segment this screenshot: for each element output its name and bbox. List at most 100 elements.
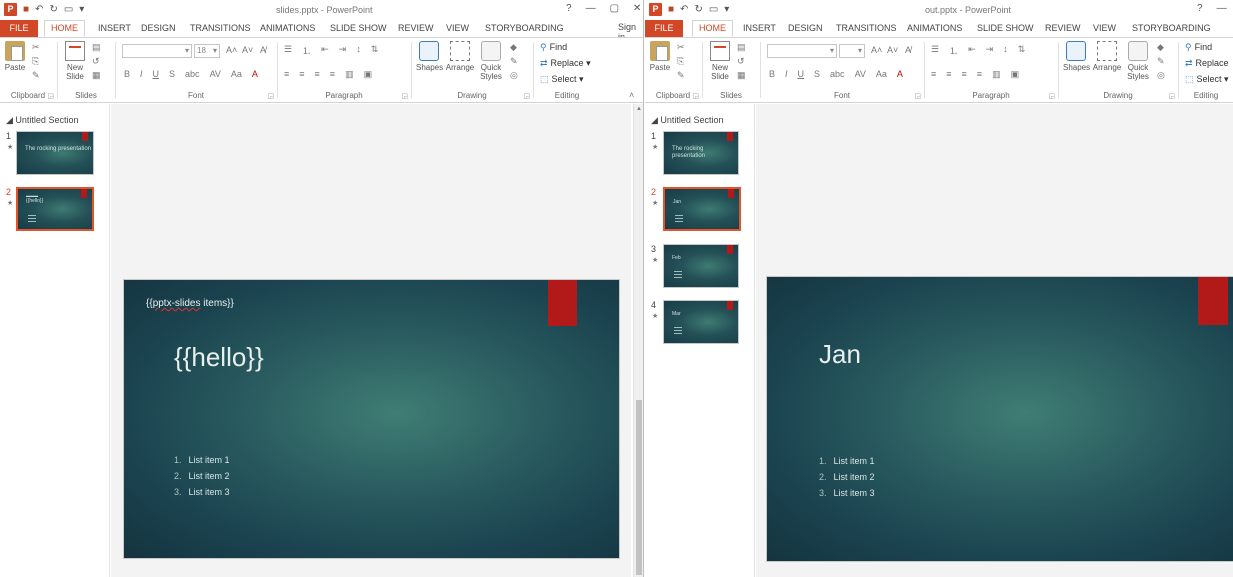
justify-icon[interactable]: ≡ <box>977 69 982 80</box>
columns-icon[interactable]: ▥ <box>992 69 1001 80</box>
tab-view[interactable]: VIEW <box>446 20 469 37</box>
tab-transitions[interactable]: TRANSITIONS <box>836 20 897 37</box>
shape-outline-icon[interactable]: ✎ <box>1157 56 1165 67</box>
reset-icon[interactable]: ↺ <box>737 56 745 67</box>
bullets-icon[interactable]: ☰ <box>931 44 939 57</box>
clear-formatting-icon[interactable]: A̸ <box>260 45 266 55</box>
cut-icon[interactable]: ✂ <box>32 42 40 53</box>
format-painter-icon[interactable]: ✎ <box>677 70 685 81</box>
align-right-icon[interactable]: ≡ <box>962 69 967 80</box>
align-center-icon[interactable]: ≡ <box>299 69 304 80</box>
slide-title[interactable]: Jan <box>819 339 861 370</box>
tab-home[interactable]: HOME <box>44 20 85 37</box>
select-button[interactable]: ⬚ Select ▾ <box>540 74 584 85</box>
select-button[interactable]: ⬚ Select ▾ <box>1185 74 1229 85</box>
paragraph-launcher-icon[interactable]: ◲ <box>401 92 408 100</box>
quick-styles-button[interactable]: Quick Styles <box>1125 41 1151 81</box>
strikethrough-icon[interactable]: abc <box>185 69 200 79</box>
numbering-icon[interactable]: ⒈ <box>302 44 311 57</box>
start-from-beginning-icon[interactable]: ▭ <box>64 3 73 16</box>
tab-insert[interactable]: INSERT <box>743 20 776 37</box>
tab-file[interactable]: FILE <box>0 20 38 37</box>
replace-button[interactable]: ⇄ Replace ▾ <box>540 58 591 69</box>
customize-qat-icon[interactable]: ▾ <box>724 3 729 16</box>
bold-icon[interactable]: B <box>124 69 130 79</box>
vertical-scrollbar[interactable]: ▲ <box>633 104 643 577</box>
cut-icon[interactable]: ✂ <box>677 42 685 53</box>
layout-icon[interactable]: ▤ <box>92 42 101 53</box>
tab-slide-show[interactable]: SLIDE SHOW <box>330 20 387 37</box>
reset-icon[interactable]: ↺ <box>92 56 100 67</box>
tab-animations[interactable]: ANIMATIONS <box>907 20 962 37</box>
tab-insert[interactable]: INSERT <box>98 20 131 37</box>
increase-indent-icon[interactable]: ⇥ <box>339 44 347 57</box>
italic-icon[interactable]: I <box>140 69 143 79</box>
close-icon[interactable]: ✕ <box>633 3 641 14</box>
arrange-button[interactable]: Arrange <box>445 41 475 72</box>
save-icon[interactable]: ■ <box>23 3 29 16</box>
underline-icon[interactable]: U <box>153 69 160 79</box>
save-icon[interactable]: ■ <box>668 3 674 16</box>
tab-view[interactable]: VIEW <box>1093 20 1116 37</box>
paste-button[interactable]: Paste <box>4 41 26 72</box>
repeat-tag-text[interactable]: {{pptx-slides items}} <box>146 298 234 309</box>
shape-effects-icon[interactable]: ◎ <box>1157 70 1165 81</box>
slide-thumbnail-3[interactable]: Feb <box>663 244 739 288</box>
shadow-icon[interactable]: S <box>814 69 820 79</box>
redo-icon[interactable]: ↻ <box>694 3 702 16</box>
powerpoint-logo-icon[interactable]: P <box>649 3 662 16</box>
grow-font-icon[interactable]: A˄ <box>871 45 882 55</box>
numbering-icon[interactable]: ⒈ <box>949 44 958 57</box>
slide-thumbnail-2[interactable]: Jan <box>663 187 741 231</box>
drawing-launcher-icon[interactable]: ◲ <box>1168 92 1175 100</box>
slide-thumbnail-1[interactable]: The rocking presentation <box>663 131 739 175</box>
layout-icon[interactable]: ▤ <box>737 42 746 53</box>
increase-indent-icon[interactable]: ⇥ <box>986 44 994 57</box>
find-button[interactable]: ⚲ Find <box>1185 42 1212 53</box>
char-spacing-icon[interactable]: AV <box>210 69 221 79</box>
help-icon[interactable]: ? <box>566 3 572 14</box>
smartart-icon[interactable]: ▣ <box>364 69 373 80</box>
scroll-up-icon[interactable]: ▲ <box>634 106 643 112</box>
new-slide-button[interactable]: New Slide <box>62 41 88 81</box>
current-slide[interactable]: Jan 1. List item 1 2. List item 2 3. List i… <box>766 276 1233 562</box>
decrease-indent-icon[interactable]: ⇤ <box>321 44 329 57</box>
copy-icon[interactable]: ⎘ <box>32 56 39 67</box>
undo-icon[interactable]: ↶ <box>680 3 688 16</box>
current-slide[interactable]: {{pptx-slides items}} {{hello}} 1. List i… <box>123 279 620 559</box>
tab-slide-show[interactable]: SLIDE SHOW <box>977 20 1034 37</box>
tab-transitions[interactable]: TRANSITIONS <box>190 20 251 37</box>
bold-icon[interactable]: B <box>769 69 775 79</box>
text-direction-icon[interactable]: ⇅ <box>1018 44 1026 57</box>
font-launcher-icon[interactable]: ◲ <box>267 92 274 100</box>
font-launcher-icon[interactable]: ◲ <box>914 92 921 100</box>
replace-button[interactable]: ⇄ Replace <box>1185 58 1229 69</box>
font-size-combo[interactable]: 18 <box>194 44 220 58</box>
text-direction-icon[interactable]: ⇅ <box>371 44 379 57</box>
slide-thumbnail-2[interactable]: ▬▬▬ {{hello}} <box>16 187 94 231</box>
help-icon[interactable]: ? <box>1197 3 1203 14</box>
columns-icon[interactable]: ▥ <box>345 69 354 80</box>
section-icon[interactable]: ▦ <box>92 70 101 81</box>
align-left-icon[interactable]: ≡ <box>931 69 936 80</box>
strikethrough-icon[interactable]: abc <box>830 69 845 79</box>
align-left-icon[interactable]: ≡ <box>284 69 289 80</box>
shape-fill-icon[interactable]: ◆ <box>1157 42 1164 53</box>
tab-review[interactable]: REVIEW <box>1045 20 1081 37</box>
font-color-icon[interactable]: A <box>252 69 258 79</box>
scrollbar-thumb[interactable] <box>636 400 642 575</box>
tab-storyboarding[interactable]: STORYBOARDING <box>1132 20 1211 37</box>
start-from-beginning-icon[interactable]: ▭ <box>709 3 718 16</box>
align-center-icon[interactable]: ≡ <box>946 69 951 80</box>
redo-icon[interactable]: ↻ <box>49 3 57 16</box>
slide-title[interactable]: {{hello}} <box>174 342 264 373</box>
collapse-ribbon-icon[interactable]: ˄ <box>629 90 634 100</box>
underline-icon[interactable]: U <box>798 69 805 79</box>
tab-storyboarding[interactable]: STORYBOARDING <box>485 20 564 37</box>
tab-review[interactable]: REVIEW <box>398 20 434 37</box>
shape-fill-icon[interactable]: ◆ <box>510 42 517 53</box>
shape-effects-icon[interactable]: ◎ <box>510 70 518 81</box>
section-header[interactable]: ◢ Untitled Section <box>651 115 723 126</box>
slide-list[interactable]: 1. List item 1 2. List item 2 3. List item … <box>174 452 230 500</box>
tab-animations[interactable]: ANIMATIONS <box>260 20 315 37</box>
